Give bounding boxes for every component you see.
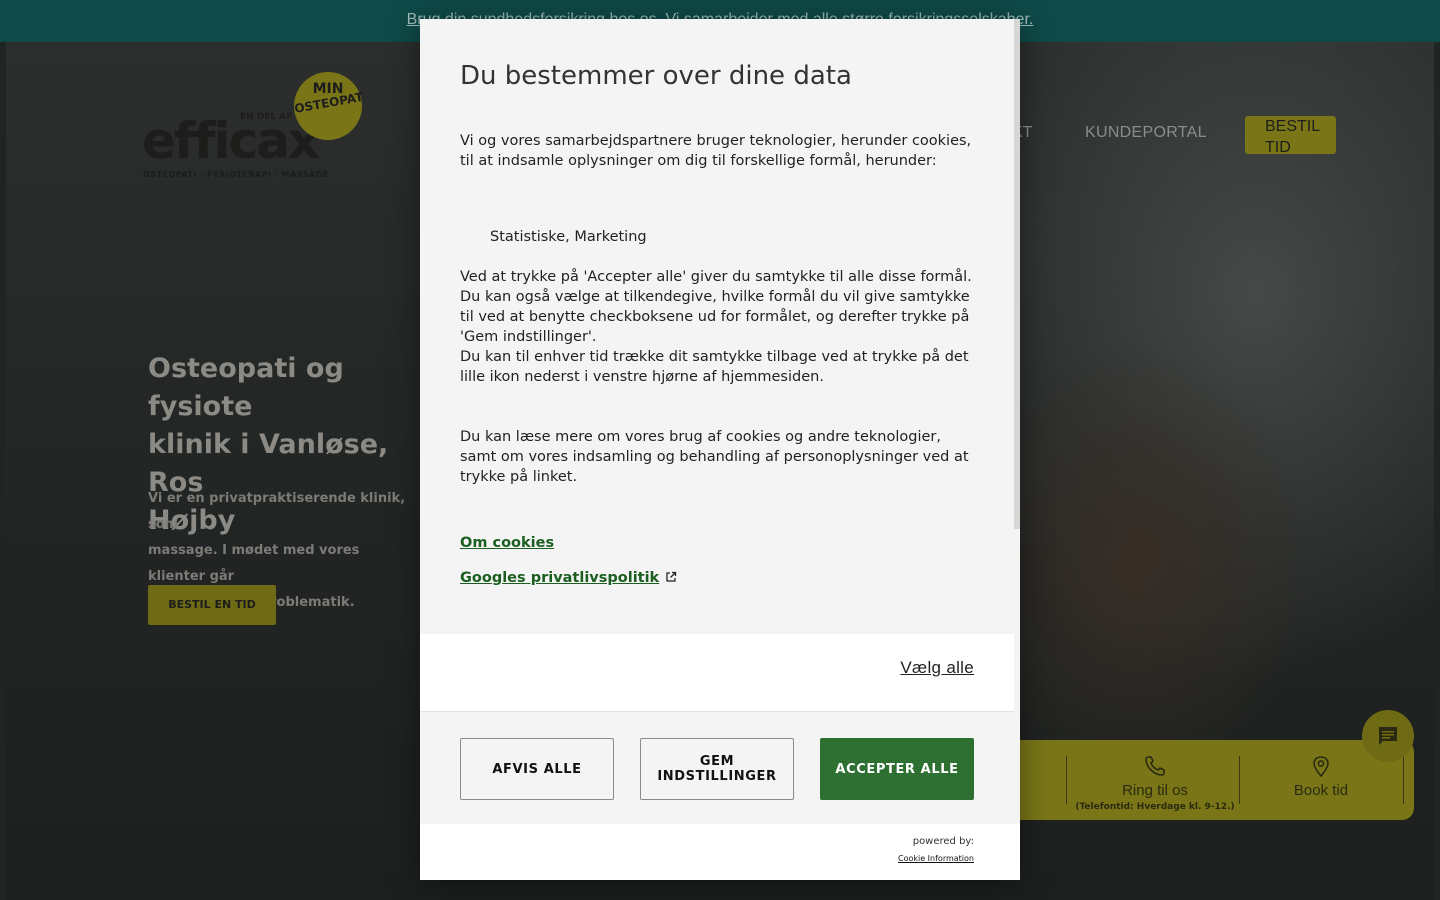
consent-explanation: Ved at trykke på 'Accepter alle' giver d… (460, 269, 972, 345)
cookie-information-link[interactable]: Cookie Information (898, 854, 974, 863)
accept-all-button[interactable]: ACCEPTER ALLE (820, 738, 974, 800)
nav-kundeportal[interactable]: KUNDEPORTAL (1085, 124, 1207, 142)
cta-bar: Ring til os (Telefontid: Hverdage kl. 9-… (1010, 740, 1414, 820)
powered-by-footer: powered by: Cookie Information (420, 824, 1020, 880)
consent-purposes: Statistiske, Marketing (490, 229, 647, 245)
save-settings-button[interactable]: GEM INDSTILLINGER (640, 738, 794, 800)
consent-scroll-area[interactable]: Du bestemmer over dine data Vi og vores … (420, 19, 1020, 634)
chat-icon (1379, 727, 1397, 745)
cta-divider (1403, 756, 1404, 804)
select-all-area: Vælg alle (420, 634, 1014, 712)
consent-button-row: AFVIS ALLE GEM INDSTILLINGER ACCEPTER AL… (420, 712, 1020, 824)
logo-tagline: OSTEOPATI · FYSIOTERAPI · MASSAGE (143, 170, 329, 179)
google-privacy-link[interactable]: Googles privatlivspolitik (460, 570, 659, 586)
book-time-label: Book tid (1293, 782, 1349, 799)
powered-by-label: powered by: (912, 836, 974, 847)
google-privacy-link-text: Googles privatlivspolitik (460, 570, 660, 586)
cookie-consent-dialog: Du bestemmer over dine data Vi og vores … (420, 19, 1020, 880)
about-cookies-link[interactable]: Om cookies (460, 535, 554, 551)
min-osteopat-badge: MIN OSTEOPAT (293, 72, 364, 140)
hero-book-button[interactable]: BESTIL EN TID (148, 585, 276, 625)
reject-all-button[interactable]: AFVIS ALLE (460, 738, 614, 800)
consent-withdraw: Du kan til enhver tid trække dit samtykk… (460, 349, 969, 385)
consent-scrollbar[interactable] (1014, 19, 1020, 529)
external-link-icon (666, 571, 677, 582)
cta-divider (1066, 756, 1067, 804)
map-pin-icon (1313, 756, 1329, 778)
consent-more-info: Du kan læse mere om vores brug af cookie… (460, 429, 969, 485)
logo-part-of: EN DEL AF (240, 112, 293, 122)
select-all-link[interactable]: Vælg alle (900, 658, 974, 678)
call-hours: (Telefontid: Hverdage kl. 9-12.) (1075, 802, 1235, 812)
nav-bestil-tid-button[interactable]: BESTIL TID (1245, 116, 1336, 156)
phone-icon (1145, 756, 1165, 776)
call-us-item[interactable]: Ring til os (Telefontid: Hverdage kl. 9-… (1070, 740, 1240, 820)
consent-intro: Vi og vores samarbejdspartnere bruger te… (460, 133, 972, 169)
consent-title: Du bestemmer over dine data (460, 61, 852, 91)
site-logo[interactable]: efficax EN DEL AF OSTEOPATI · FYSIOTERAP… (142, 72, 372, 184)
call-us-label: Ring til os (1122, 782, 1188, 799)
chat-button[interactable] (1362, 710, 1414, 762)
